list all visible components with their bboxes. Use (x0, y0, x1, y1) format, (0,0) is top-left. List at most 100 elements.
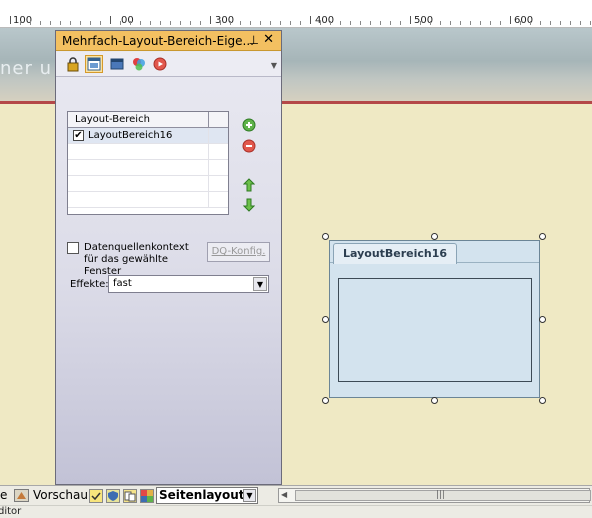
shield-icon[interactable] (106, 489, 120, 503)
ruler-tick (480, 21, 481, 25)
resize-handle-w[interactable] (322, 316, 329, 323)
ruler-tick (300, 21, 301, 25)
panel-title: Mehrfach-Layout-Bereich-Eige... (62, 34, 254, 48)
ruler-tick (340, 21, 341, 25)
move-down-icon[interactable] (241, 197, 257, 213)
ruler-tick (470, 21, 471, 25)
editor-tab-label[interactable]: ditor (0, 506, 21, 517)
ruler-tick (150, 21, 151, 25)
ruler-tick (60, 21, 61, 25)
ruler-tick (220, 21, 221, 25)
layout-area-tab[interactable]: LayoutBereich16 (333, 243, 458, 264)
ruler-tick (130, 21, 131, 25)
ruler-tick (560, 21, 561, 25)
ruler-tick (140, 21, 141, 25)
toolbar-overflow-icon[interactable]: ▼ (271, 61, 277, 70)
checkmark-icon[interactable] (89, 489, 103, 503)
ruler-tick (440, 21, 441, 25)
ruler-tick (320, 21, 321, 25)
ruler-tick (160, 21, 161, 25)
ruler-tick (350, 21, 351, 25)
chevron-down-icon[interactable]: ▼ (243, 489, 256, 502)
effects-label: Effekte: (70, 279, 109, 290)
ruler-tick (590, 21, 591, 25)
ruler-tick (490, 21, 491, 25)
ruler-tick (200, 21, 201, 25)
list-empty-row (68, 176, 228, 192)
resize-handle-sw[interactable] (322, 397, 329, 404)
ruler-label: 100 (13, 15, 33, 26)
close-icon[interactable]: ✕ (263, 32, 274, 47)
window-icon[interactable] (108, 55, 126, 73)
resize-handle-ne[interactable] (539, 233, 546, 240)
horizontal-scrollbar[interactable]: ◀ ||| (278, 488, 591, 503)
ruler-tick (520, 21, 521, 25)
resize-handle-s[interactable] (431, 397, 438, 404)
panel-titlebar[interactable]: Mehrfach-Layout-Bereich-Eige... ⊥ ✕ (56, 31, 281, 51)
ruler-tick (370, 21, 371, 25)
ruler-tick (540, 21, 541, 25)
ruler-tick (240, 21, 241, 25)
list-empty-row (68, 160, 228, 176)
lock-icon[interactable] (64, 55, 82, 73)
scrollbar-thumb[interactable]: ||| (295, 490, 591, 501)
add-icon[interactable] (241, 117, 257, 133)
list-item-checkbox[interactable]: ✔ (73, 130, 84, 141)
colors-icon[interactable] (130, 55, 148, 73)
ruler-tick (40, 21, 41, 25)
ruler-tick (110, 16, 111, 24)
ruler-tick (30, 21, 31, 25)
layout-select-value: Seitenlayout (159, 488, 245, 502)
truncated-label: e (0, 488, 8, 502)
scrollbar-grip-icon: ||| (436, 490, 446, 500)
ruler-tick (510, 16, 511, 24)
move-up-icon[interactable] (241, 177, 257, 193)
dq-config-button[interactable]: DQ-Konfig. (207, 242, 270, 262)
resize-handle-nw[interactable] (322, 233, 329, 240)
datasource-context-label: Datenquellenkontext für das gewählte Fen… (84, 242, 189, 277)
layout-select[interactable]: Seitenlayout ▼ (156, 487, 258, 504)
scroll-left-icon[interactable]: ◀ (281, 490, 287, 499)
ruler-tick (180, 21, 181, 25)
ruler-tick (280, 21, 281, 25)
ruler-tick (90, 21, 91, 25)
resize-handle-e[interactable] (539, 316, 546, 323)
ruler-tick (530, 21, 531, 25)
ruler-tick (120, 21, 121, 25)
play-icon[interactable] (151, 55, 169, 73)
layout-area-content (338, 278, 532, 382)
pages-icon[interactable] (123, 489, 137, 503)
preview-icon[interactable] (14, 489, 29, 502)
layout-area-object[interactable]: LayoutBereich16 (329, 240, 540, 398)
remove-icon[interactable] (241, 138, 257, 154)
panel-toolbar: ▼ (56, 52, 281, 77)
chevron-down-icon[interactable]: ▼ (253, 277, 267, 291)
ruler-tick (420, 21, 421, 25)
datasource-context-checkbox[interactable] (67, 242, 79, 254)
layout-properties-icon[interactable] (85, 55, 103, 73)
layout-area-tabstrip: LayoutBereich16 (330, 241, 539, 264)
bottom-toolbar: e Vorschau Seitenlayout ▼ ◀ ||| (0, 485, 592, 505)
ruler-tick (10, 16, 11, 24)
resize-handle-n[interactable] (431, 233, 438, 240)
ruler-tick (270, 21, 271, 25)
resize-handle-se[interactable] (539, 397, 546, 404)
ruler-tick (70, 21, 71, 25)
layout-area-list[interactable]: Layout-Bereich ✔ LayoutBereich16 (67, 111, 229, 215)
horizontal-ruler: 100 00 300 400 500 600 (0, 0, 592, 28)
ruler-tick (390, 21, 391, 25)
ruler-tick (460, 21, 461, 25)
ruler-tick (80, 21, 81, 25)
ruler-tick (50, 21, 51, 25)
ruler-tick (580, 21, 581, 25)
list-empty-row (68, 192, 228, 208)
ruler-tick (550, 21, 551, 25)
editor-tab-strip: ditor (0, 505, 592, 518)
list-item[interactable]: ✔ LayoutBereich16 (68, 128, 228, 144)
grid-icon[interactable] (140, 489, 154, 503)
preview-button[interactable]: Vorschau (33, 488, 88, 502)
pin-icon[interactable]: ⊥ (249, 33, 259, 47)
ruler-tick (570, 21, 571, 25)
effects-select[interactable]: fast ▼ (108, 275, 269, 293)
list-item-label: LayoutBereich16 (88, 130, 173, 141)
